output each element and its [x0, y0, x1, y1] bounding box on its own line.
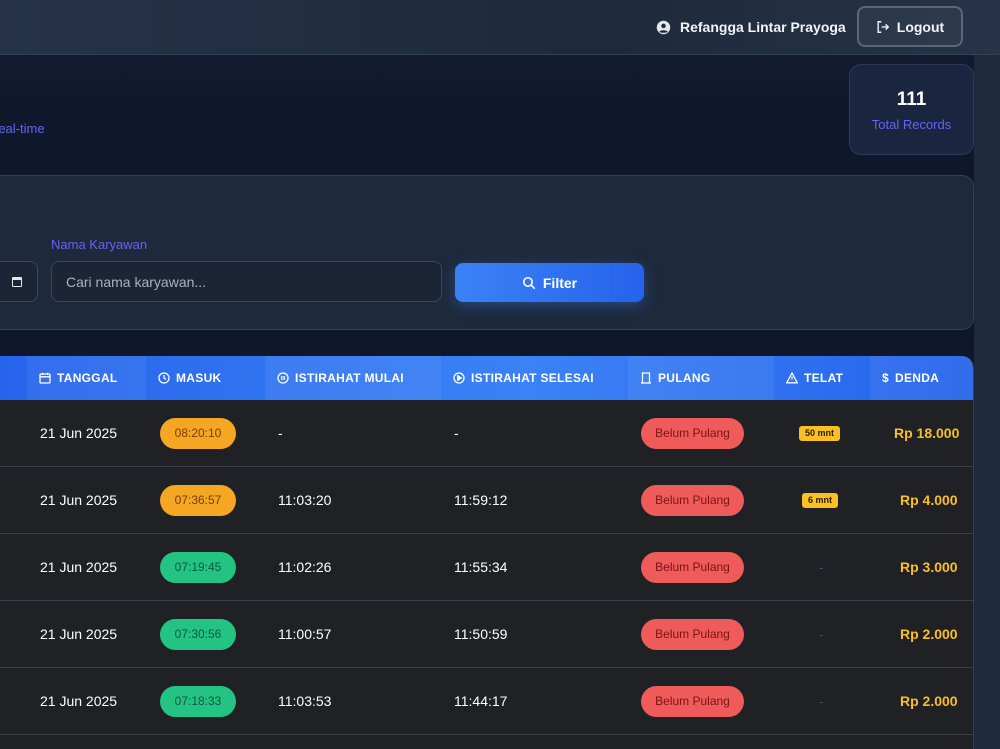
column-header-istirahat-mulai[interactable]: ISTIRAHAT MULAI — [265, 356, 441, 400]
late-minutes-empty: - — [819, 693, 824, 709]
pause-icon — [277, 372, 289, 384]
cell-istirahat-selesai: 11:55:34 — [454, 559, 508, 575]
masuk-time-badge: 07:30:56 — [160, 618, 236, 650]
masuk-time-badge: 08:20:10 — [160, 417, 236, 449]
column-header-tanggal[interactable]: TANGGAL — [27, 356, 146, 400]
column-header-pulang[interactable]: PULANG — [628, 356, 774, 400]
late-minutes-badge: 6 mnt — [802, 492, 839, 508]
logout-label: Logout — [896, 18, 945, 35]
column-header-telat[interactable]: TELAT — [774, 356, 870, 400]
employee-name-label: Nama Karyawan — [51, 237, 148, 252]
total-records-card: 111 Total Records — [849, 64, 974, 155]
cell-istirahat-mulai: 11:00:57 — [278, 626, 332, 642]
calendar-icon[interactable] — [12, 277, 22, 287]
masuk-time-badge: 07:36:57 — [160, 484, 236, 516]
search-icon — [522, 276, 536, 289]
pulang-status-badge: Belum Pulang — [641, 551, 744, 583]
play-icon — [453, 372, 465, 384]
pulang-status-badge: Belum Pulang — [641, 685, 744, 717]
cell-istirahat-mulai: 11:03:53 — [278, 693, 332, 709]
total-records-label: Total Records — [871, 117, 952, 132]
table-row[interactable]: 21 Jun 2025 07:19:45 11:02:26 11:55:34 B… — [0, 534, 973, 601]
fine-amount: Rp 2.000 — [900, 693, 958, 709]
total-records-value: 111 — [896, 89, 927, 110]
fine-amount: Rp 18.000 — [894, 425, 960, 441]
warning-icon — [786, 372, 798, 384]
table-row[interactable]: 21 Jun 2025 07:36:57 11:03:20 11:59:12 B… — [0, 467, 973, 534]
pulang-status-badge: Belum Pulang — [641, 484, 744, 516]
cell-tanggal: 21 Jun 2025 — [40, 559, 118, 575]
fine-amount: Rp 3.000 — [900, 559, 958, 575]
calendar-icon — [39, 372, 51, 384]
fine-amount: Rp 2.000 — [900, 626, 958, 642]
filter-button-label: Filter — [542, 274, 578, 291]
filter-panel — [0, 175, 974, 330]
column-header-istirahat-selesai[interactable]: ISTIRAHAT SELESAI — [441, 356, 628, 400]
cell-istirahat-mulai: - — [278, 425, 283, 441]
cell-istirahat-selesai: 11:50:59 — [454, 626, 508, 642]
table-row[interactable]: 21 Jun 2025 07:30:56 11:00:57 11:50:59 B… — [0, 601, 973, 668]
column-header-denda[interactable]: $ DENDA — [870, 356, 973, 400]
cell-istirahat-selesai: 11:59:12 — [454, 492, 508, 508]
cell-tanggal: 21 Jun 2025 — [40, 492, 118, 508]
filter-button[interactable]: Filter — [455, 263, 644, 302]
dollar-icon: $ — [882, 371, 889, 385]
cell-istirahat-selesai: - — [454, 425, 459, 441]
employee-name-input[interactable] — [51, 261, 442, 302]
masuk-time-badge: 07:19:45 — [160, 551, 236, 583]
logout-icon — [877, 20, 890, 33]
user-name: Refangga Lintar Prayoga — [680, 19, 846, 35]
page-header — [0, 55, 974, 175]
cell-tanggal: 21 Jun 2025 — [40, 425, 118, 441]
cell-istirahat-mulai: 11:02:26 — [278, 559, 332, 575]
cell-istirahat-selesai: 11:44:17 — [454, 693, 508, 709]
pulang-status-badge: Belum Pulang — [641, 618, 744, 650]
logout-button[interactable]: Logout — [857, 6, 963, 47]
pulang-status-badge: Belum Pulang — [641, 417, 744, 449]
fine-amount: Rp 4.000 — [900, 492, 958, 508]
column-header-masuk[interactable]: MASUK — [146, 356, 265, 400]
table-header: TANGGAL MASUK ISTIRAHAT MULAI ISTIRAHAT … — [0, 356, 973, 400]
late-minutes-badge: 50 mnt — [799, 425, 841, 441]
late-minutes-empty: - — [819, 626, 824, 642]
attendance-table: TANGGAL MASUK ISTIRAHAT MULAI ISTIRAHAT … — [0, 356, 974, 749]
clock-icon — [158, 372, 170, 384]
cell-istirahat-mulai: 11:03:20 — [278, 492, 332, 508]
late-minutes-empty: - — [819, 559, 824, 575]
masuk-time-badge: 07:18:33 — [160, 685, 236, 717]
cell-tanggal: 21 Jun 2025 — [40, 693, 118, 709]
door-icon — [641, 372, 651, 384]
page-subtitle: real-time — [0, 121, 45, 136]
cell-tanggal: 21 Jun 2025 — [40, 626, 118, 642]
user-info: Refangga Lintar Prayoga — [656, 17, 846, 37]
user-circle-icon — [656, 20, 671, 34]
table-row[interactable]: 21 Jun 2025 08:20:10 - - Belum Pulang 50… — [0, 400, 973, 467]
page-scroll-gutter — [974, 55, 1000, 749]
table-row[interactable]: 21 Jun 2025 07:18:33 11:03:53 11:44:17 B… — [0, 668, 973, 735]
top-navbar: Refangga Lintar Prayoga Logout — [0, 0, 1000, 55]
date-field[interactable] — [0, 261, 38, 302]
